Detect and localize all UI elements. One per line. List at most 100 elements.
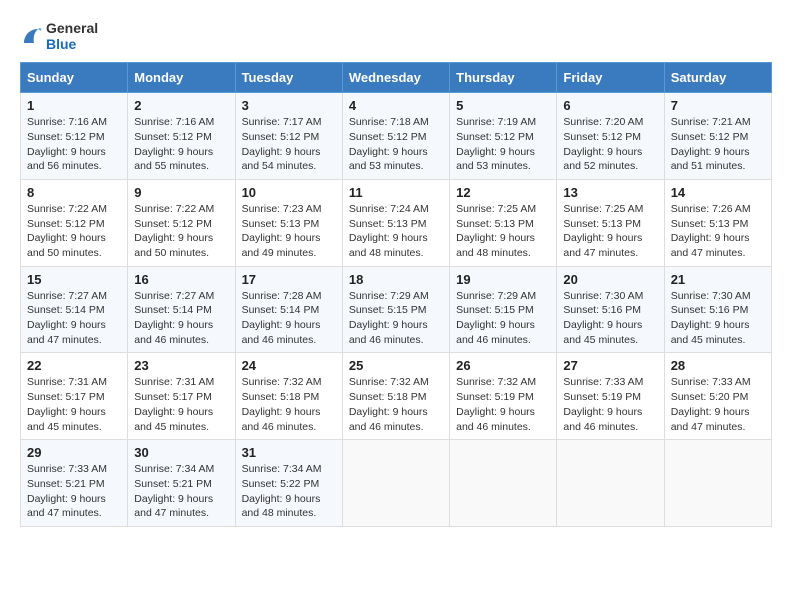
calendar-cell: 11 Sunrise: 7:24 AM Sunset: 5:13 PM Dayl… [342, 179, 449, 266]
sunset-label: Sunset: 5:13 PM [456, 218, 534, 230]
day-info: Sunrise: 7:26 AM Sunset: 5:13 PM Dayligh… [671, 202, 765, 261]
day-number: 3 [242, 98, 336, 113]
day-info: Sunrise: 7:33 AM Sunset: 5:21 PM Dayligh… [27, 462, 121, 521]
day-number: 7 [671, 98, 765, 113]
sunrise-label: Sunrise: 7:19 AM [456, 116, 536, 128]
daylight-label: Daylight: 9 hours and 46 minutes. [563, 406, 642, 433]
day-number: 23 [134, 358, 228, 373]
calendar-cell: 3 Sunrise: 7:17 AM Sunset: 5:12 PM Dayli… [235, 93, 342, 180]
logo-container: General Blue [20, 20, 98, 52]
sunset-label: Sunset: 5:16 PM [563, 304, 641, 316]
day-number: 29 [27, 445, 121, 460]
sunrise-label: Sunrise: 7:33 AM [563, 376, 643, 388]
sunrise-label: Sunrise: 7:25 AM [563, 203, 643, 215]
calendar-cell [557, 440, 664, 527]
daylight-label: Daylight: 9 hours and 46 minutes. [456, 406, 535, 433]
day-info: Sunrise: 7:16 AM Sunset: 5:12 PM Dayligh… [134, 115, 228, 174]
sunset-label: Sunset: 5:18 PM [242, 391, 320, 403]
sunrise-label: Sunrise: 7:21 AM [671, 116, 751, 128]
day-info: Sunrise: 7:32 AM Sunset: 5:19 PM Dayligh… [456, 375, 550, 434]
day-info: Sunrise: 7:33 AM Sunset: 5:20 PM Dayligh… [671, 375, 765, 434]
day-info: Sunrise: 7:34 AM Sunset: 5:21 PM Dayligh… [134, 462, 228, 521]
sunrise-label: Sunrise: 7:24 AM [349, 203, 429, 215]
sunset-label: Sunset: 5:13 PM [671, 218, 749, 230]
day-info: Sunrise: 7:17 AM Sunset: 5:12 PM Dayligh… [242, 115, 336, 174]
daylight-label: Daylight: 9 hours and 54 minutes. [242, 146, 321, 173]
sunset-label: Sunset: 5:13 PM [349, 218, 427, 230]
day-number: 26 [456, 358, 550, 373]
daylight-label: Daylight: 9 hours and 48 minutes. [456, 232, 535, 259]
logo: General Blue [20, 20, 98, 52]
day-number: 10 [242, 185, 336, 200]
daylight-label: Daylight: 9 hours and 46 minutes. [456, 319, 535, 346]
daylight-label: Daylight: 9 hours and 53 minutes. [456, 146, 535, 173]
day-number: 21 [671, 272, 765, 287]
logo-text: General Blue [46, 20, 98, 52]
day-info: Sunrise: 7:19 AM Sunset: 5:12 PM Dayligh… [456, 115, 550, 174]
calendar-cell: 24 Sunrise: 7:32 AM Sunset: 5:18 PM Dayl… [235, 353, 342, 440]
sunset-label: Sunset: 5:15 PM [456, 304, 534, 316]
day-number: 14 [671, 185, 765, 200]
calendar-cell: 9 Sunrise: 7:22 AM Sunset: 5:12 PM Dayli… [128, 179, 235, 266]
daylight-label: Daylight: 9 hours and 46 minutes. [242, 406, 321, 433]
daylight-label: Daylight: 9 hours and 47 minutes. [27, 319, 106, 346]
day-info: Sunrise: 7:29 AM Sunset: 5:15 PM Dayligh… [456, 289, 550, 348]
calendar-header-monday: Monday [128, 63, 235, 93]
sunrise-label: Sunrise: 7:16 AM [134, 116, 214, 128]
day-number: 15 [27, 272, 121, 287]
calendar-header-thursday: Thursday [450, 63, 557, 93]
sunrise-label: Sunrise: 7:26 AM [671, 203, 751, 215]
day-info: Sunrise: 7:29 AM Sunset: 5:15 PM Dayligh… [349, 289, 443, 348]
sunset-label: Sunset: 5:19 PM [563, 391, 641, 403]
daylight-label: Daylight: 9 hours and 46 minutes. [349, 406, 428, 433]
sunrise-label: Sunrise: 7:31 AM [134, 376, 214, 388]
sunset-label: Sunset: 5:19 PM [456, 391, 534, 403]
sunrise-label: Sunrise: 7:30 AM [563, 290, 643, 302]
day-info: Sunrise: 7:21 AM Sunset: 5:12 PM Dayligh… [671, 115, 765, 174]
sunrise-label: Sunrise: 7:31 AM [27, 376, 107, 388]
day-info: Sunrise: 7:28 AM Sunset: 5:14 PM Dayligh… [242, 289, 336, 348]
sunset-label: Sunset: 5:17 PM [27, 391, 105, 403]
day-number: 24 [242, 358, 336, 373]
sunset-label: Sunset: 5:12 PM [456, 131, 534, 143]
calendar-cell: 19 Sunrise: 7:29 AM Sunset: 5:15 PM Dayl… [450, 266, 557, 353]
sunrise-label: Sunrise: 7:32 AM [456, 376, 536, 388]
sunrise-label: Sunrise: 7:16 AM [27, 116, 107, 128]
sunset-label: Sunset: 5:14 PM [27, 304, 105, 316]
sunset-label: Sunset: 5:12 PM [134, 218, 212, 230]
day-number: 22 [27, 358, 121, 373]
calendar-cell: 1 Sunrise: 7:16 AM Sunset: 5:12 PM Dayli… [21, 93, 128, 180]
calendar-cell: 5 Sunrise: 7:19 AM Sunset: 5:12 PM Dayli… [450, 93, 557, 180]
calendar-header-row: SundayMondayTuesdayWednesdayThursdayFrid… [21, 63, 772, 93]
daylight-label: Daylight: 9 hours and 56 minutes. [27, 146, 106, 173]
calendar-cell: 28 Sunrise: 7:33 AM Sunset: 5:20 PM Dayl… [664, 353, 771, 440]
day-info: Sunrise: 7:22 AM Sunset: 5:12 PM Dayligh… [27, 202, 121, 261]
day-info: Sunrise: 7:27 AM Sunset: 5:14 PM Dayligh… [27, 289, 121, 348]
sunrise-label: Sunrise: 7:30 AM [671, 290, 751, 302]
sunset-label: Sunset: 5:21 PM [27, 478, 105, 490]
day-info: Sunrise: 7:34 AM Sunset: 5:22 PM Dayligh… [242, 462, 336, 521]
calendar-cell: 2 Sunrise: 7:16 AM Sunset: 5:12 PM Dayli… [128, 93, 235, 180]
calendar-cell [342, 440, 449, 527]
daylight-label: Daylight: 9 hours and 45 minutes. [563, 319, 642, 346]
sunset-label: Sunset: 5:21 PM [134, 478, 212, 490]
day-info: Sunrise: 7:33 AM Sunset: 5:19 PM Dayligh… [563, 375, 657, 434]
sunset-label: Sunset: 5:17 PM [134, 391, 212, 403]
day-number: 4 [349, 98, 443, 113]
calendar-cell: 21 Sunrise: 7:30 AM Sunset: 5:16 PM Dayl… [664, 266, 771, 353]
calendar-header-saturday: Saturday [664, 63, 771, 93]
calendar-header-friday: Friday [557, 63, 664, 93]
daylight-label: Daylight: 9 hours and 55 minutes. [134, 146, 213, 173]
sunrise-label: Sunrise: 7:27 AM [134, 290, 214, 302]
calendar-cell: 29 Sunrise: 7:33 AM Sunset: 5:21 PM Dayl… [21, 440, 128, 527]
calendar-cell: 12 Sunrise: 7:25 AM Sunset: 5:13 PM Dayl… [450, 179, 557, 266]
day-info: Sunrise: 7:30 AM Sunset: 5:16 PM Dayligh… [671, 289, 765, 348]
sunset-label: Sunset: 5:15 PM [349, 304, 427, 316]
day-number: 28 [671, 358, 765, 373]
sunset-label: Sunset: 5:12 PM [563, 131, 641, 143]
sunset-label: Sunset: 5:12 PM [242, 131, 320, 143]
sunrise-label: Sunrise: 7:27 AM [27, 290, 107, 302]
day-info: Sunrise: 7:16 AM Sunset: 5:12 PM Dayligh… [27, 115, 121, 174]
sunset-label: Sunset: 5:18 PM [349, 391, 427, 403]
day-number: 31 [242, 445, 336, 460]
